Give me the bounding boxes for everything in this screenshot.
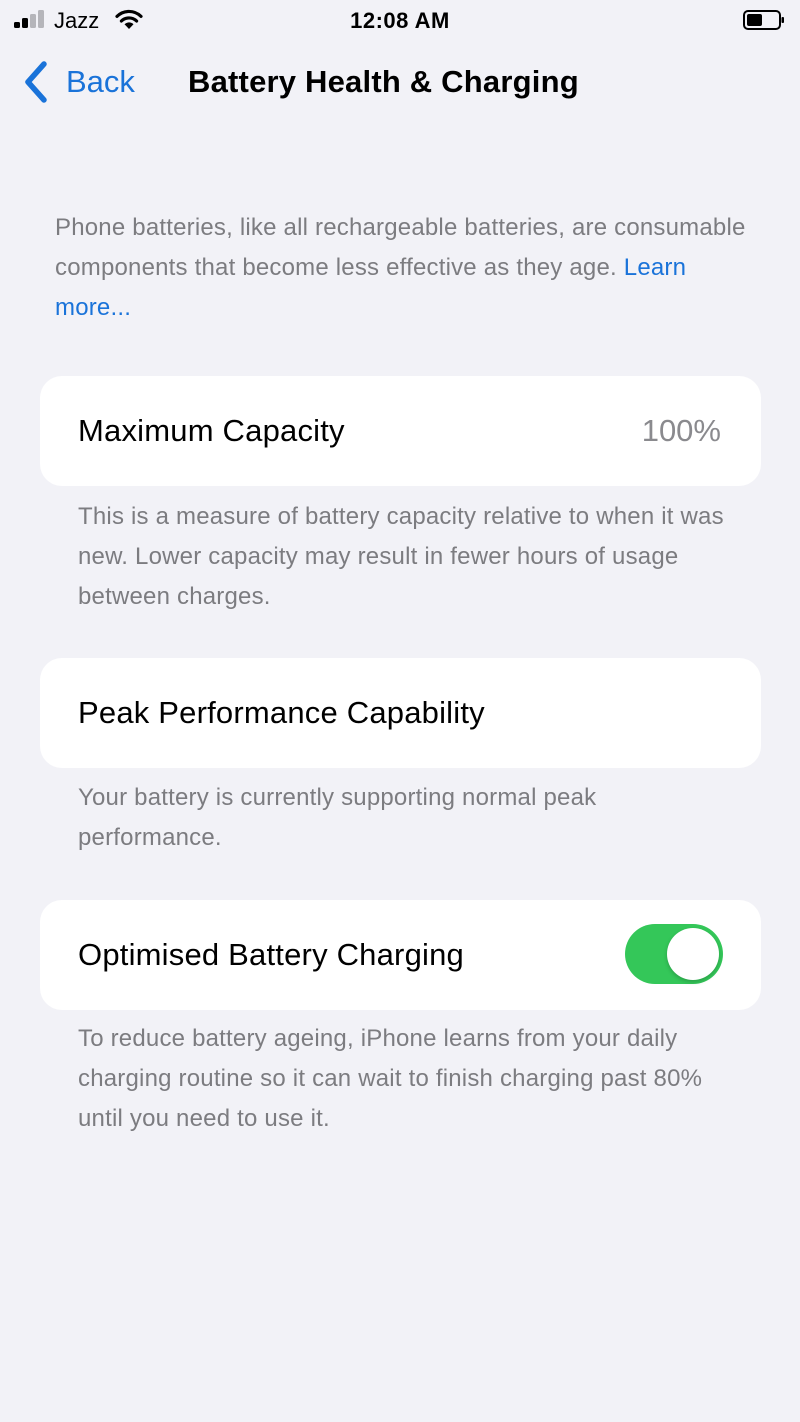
battery-level-fill bbox=[747, 14, 762, 26]
intro-description: Phone batteries, like all rechargeable b… bbox=[55, 208, 755, 328]
toggle-knob bbox=[667, 928, 719, 980]
maximum-capacity-footnote: This is a measure of battery capacity re… bbox=[78, 503, 724, 610]
back-label: Back bbox=[66, 64, 135, 99]
maximum-capacity-label: Maximum Capacity bbox=[78, 413, 345, 448]
maximum-capacity-row: Maximum Capacity 100% bbox=[40, 376, 761, 486]
optimised-charging-footnote: To reduce battery ageing, iPhone learns … bbox=[78, 1025, 703, 1132]
status-bar: Jazz 12:08 AM bbox=[0, 0, 800, 40]
page-title: Battery Health & Charging bbox=[188, 64, 579, 99]
back-button[interactable]: Back bbox=[22, 58, 135, 106]
battery-health-screen: Jazz 12:08 AM Back Battery Health & Char… bbox=[0, 0, 800, 1422]
peak-performance-footnote: Your battery is currently supporting nor… bbox=[78, 784, 597, 851]
battery-icon bbox=[743, 10, 784, 30]
optimised-charging-label: Optimised Battery Charging bbox=[78, 937, 464, 972]
optimised-charging-toggle[interactable] bbox=[625, 924, 723, 984]
status-time: 12:08 AM bbox=[350, 8, 450, 33]
optimised-charging-row: Optimised Battery Charging bbox=[40, 900, 761, 1010]
maximum-capacity-value: 100% bbox=[641, 413, 721, 448]
navigation-bar: Back Battery Health & Charging bbox=[0, 52, 800, 112]
peak-performance-row: Peak Performance Capability bbox=[40, 658, 761, 768]
peak-performance-label: Peak Performance Capability bbox=[78, 695, 485, 730]
chevron-left-icon bbox=[25, 61, 47, 103]
